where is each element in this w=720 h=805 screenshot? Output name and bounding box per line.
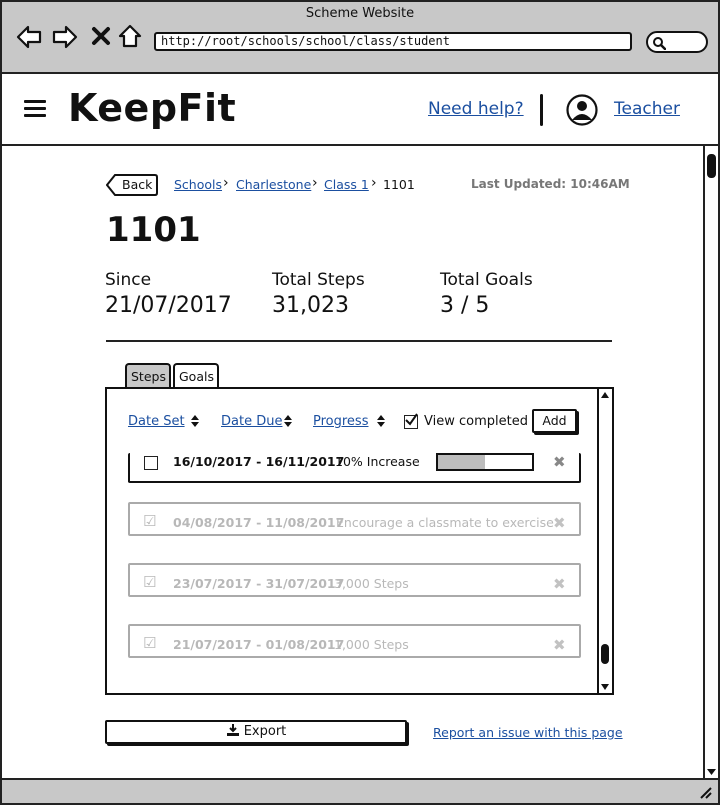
breadcrumb-current: 1101 bbox=[383, 177, 415, 192]
goal-complete-checkbox[interactable] bbox=[144, 456, 158, 470]
export-label: Export bbox=[243, 724, 287, 739]
view-completed-checkbox[interactable] bbox=[404, 413, 418, 429]
back-button[interactable]: Back bbox=[122, 177, 152, 192]
browser-search-field[interactable] bbox=[646, 31, 708, 53]
stop-icon[interactable] bbox=[90, 25, 112, 47]
goal-description: Encourage a classmate to exercise bbox=[336, 515, 554, 530]
page-scrollbar[interactable] bbox=[703, 146, 718, 778]
download-icon bbox=[226, 724, 239, 736]
breadcrumb-schools[interactable]: Schools bbox=[174, 177, 222, 192]
hamburger-menu-icon[interactable] bbox=[24, 100, 46, 118]
goal-dates: 04/08/2017 - 11/08/2017 bbox=[173, 515, 345, 530]
sort-icon[interactable] bbox=[376, 414, 386, 428]
scroll-up-icon[interactable] bbox=[600, 391, 610, 399]
goal-description: 10% Increase bbox=[335, 454, 420, 469]
tab-goals[interactable]: Goals bbox=[173, 363, 219, 390]
scroll-down-icon[interactable] bbox=[600, 683, 610, 691]
url-field[interactable]: http://root/schools/school/class/student bbox=[154, 32, 632, 51]
close-icon[interactable]: ✖ bbox=[553, 514, 566, 532]
checkmark-icon[interactable]: ☑ bbox=[143, 573, 156, 591]
forward-arrow-icon[interactable] bbox=[52, 24, 78, 50]
chevron-right-icon: › bbox=[312, 175, 318, 191]
export-button[interactable]: Export bbox=[105, 720, 407, 744]
close-icon[interactable]: ✖ bbox=[553, 453, 566, 471]
breadcrumb-charlestone[interactable]: Charlestone bbox=[236, 177, 311, 192]
sort-progress[interactable]: Progress bbox=[313, 414, 368, 429]
resize-handle-icon[interactable] bbox=[698, 785, 712, 799]
window-title: Scheme Website bbox=[305, 6, 415, 21]
goal-dates: 16/10/2017 - 16/11/2017 bbox=[173, 454, 345, 469]
goal-dates: 21/07/2017 - 01/08/2017 bbox=[173, 637, 345, 652]
page-scrollbar-thumb[interactable] bbox=[707, 154, 716, 178]
stat-since-label: Since bbox=[105, 270, 152, 290]
home-icon[interactable] bbox=[117, 23, 143, 49]
sort-icon[interactable] bbox=[283, 414, 293, 428]
sort-icon[interactable] bbox=[190, 414, 200, 428]
chevron-right-icon: › bbox=[223, 175, 229, 191]
user-avatar-icon[interactable] bbox=[566, 94, 598, 126]
checkmark-icon[interactable]: ☑ bbox=[143, 634, 156, 652]
browser-status-bar bbox=[0, 778, 720, 805]
stat-steps-value: 31,023 bbox=[272, 293, 349, 318]
goal-description: 3,000 Steps bbox=[334, 576, 409, 591]
breadcrumb-class[interactable]: Class 1 bbox=[324, 177, 369, 192]
teacher-link[interactable]: Teacher bbox=[614, 99, 680, 119]
scroll-down-icon[interactable] bbox=[706, 768, 717, 776]
sort-date-due[interactable]: Date Due bbox=[221, 414, 282, 429]
section-divider bbox=[106, 340, 612, 342]
stat-since-value: 21/07/2017 bbox=[105, 293, 232, 318]
chevron-right-icon: › bbox=[371, 175, 377, 191]
view-completed-label: View completed bbox=[424, 414, 528, 429]
last-updated-text: Last Updated: 10:46AM bbox=[471, 177, 630, 191]
sort-date-set[interactable]: Date Set bbox=[128, 414, 185, 429]
stat-steps-label: Total Steps bbox=[272, 270, 365, 290]
close-icon[interactable]: ✖ bbox=[553, 575, 566, 593]
goal-description: 1,000 Steps bbox=[334, 637, 409, 652]
goal-dates: 23/07/2017 - 31/07/2017 bbox=[173, 576, 345, 591]
search-icon bbox=[653, 37, 666, 50]
checkmark-icon bbox=[405, 413, 418, 426]
checkmark-icon[interactable]: ☑ bbox=[143, 512, 156, 530]
app-logo: KeepFit bbox=[68, 86, 237, 130]
goals-scrollbar-thumb[interactable] bbox=[601, 644, 609, 664]
page-title: 1101 bbox=[106, 210, 201, 250]
stat-goals-label: Total Goals bbox=[440, 270, 533, 290]
goal-progress-bar bbox=[436, 453, 534, 471]
header-divider bbox=[540, 94, 543, 126]
report-issue-link[interactable]: Report an issue with this page bbox=[433, 725, 623, 740]
tab-steps[interactable]: Steps bbox=[125, 363, 171, 388]
add-goal-button[interactable]: Add bbox=[532, 409, 577, 433]
stat-goals-value: 3 / 5 bbox=[440, 293, 490, 318]
back-arrow-icon[interactable] bbox=[16, 24, 42, 50]
need-help-link[interactable]: Need help? bbox=[428, 99, 524, 119]
close-icon[interactable]: ✖ bbox=[553, 636, 566, 654]
